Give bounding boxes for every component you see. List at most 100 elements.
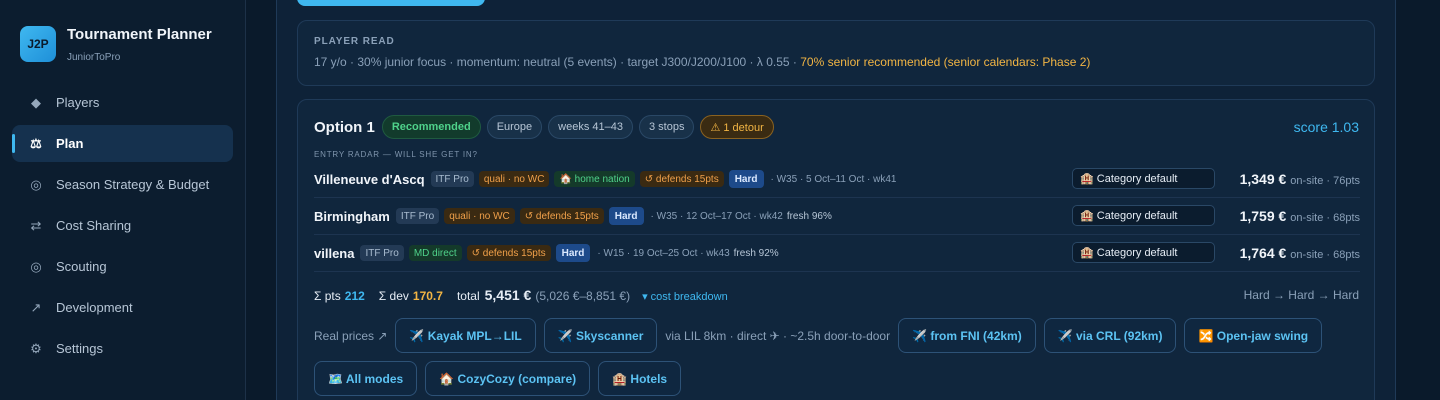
brand[interactable]: J2P Tournament Planner JuniorToPro bbox=[20, 26, 212, 63]
sidebar-item-label: Players bbox=[56, 95, 100, 110]
price-meta: on-site · 68pts bbox=[1290, 249, 1360, 261]
freshness-indicator: fresh 96% bbox=[786, 210, 832, 222]
sum-points-value: 212 bbox=[344, 289, 365, 303]
total-label: total bbox=[456, 289, 480, 303]
entry-status-tag: MD direct bbox=[408, 245, 462, 261]
region-chip: Europe bbox=[486, 115, 543, 139]
sidebar-item-season-strategy[interactable]: ◎ Season Strategy & Budget bbox=[12, 166, 233, 203]
from-fni-button[interactable]: ✈️ from FNI (42km) bbox=[898, 318, 1036, 353]
diamond-icon: ◆ bbox=[31, 94, 41, 110]
kayak-button[interactable]: ✈️ Kayak MPL→LIL bbox=[395, 318, 536, 353]
sidebar-item-label: Cost Sharing bbox=[56, 218, 132, 233]
tournament-row[interactable]: Birmingham ITF Pro quali · no WC ↺ defen… bbox=[314, 198, 1360, 235]
sidebar: J2P Tournament Planner JuniorToPro ◆ Pla… bbox=[0, 0, 246, 400]
scale-icon: ⚖ bbox=[30, 135, 42, 151]
player-read-summary: 17 y/o · 30% junior focus · momentum: ne… bbox=[314, 55, 801, 69]
price-amount: 1,764 € bbox=[1239, 245, 1287, 261]
app-subtitle: JuniorToPro bbox=[67, 52, 121, 63]
defends-points-tag: ↺ defends 15pts bbox=[466, 245, 551, 261]
tournament-row[interactable]: villena ITF Pro MD direct ↺ defends 15pt… bbox=[314, 235, 1360, 272]
swap-icon: ⇄ bbox=[30, 217, 42, 233]
entry-status-tag: quali · no WC bbox=[478, 171, 550, 187]
sidebar-item-scouting[interactable]: ◎ Scouting bbox=[12, 248, 233, 285]
home-nation-tag: 🏠 home nation bbox=[554, 171, 635, 187]
defends-points-tag: ↺ defends 15pts bbox=[639, 171, 724, 187]
category-tag: ITF Pro bbox=[430, 171, 474, 187]
skyscanner-button[interactable]: ✈️ Skyscanner bbox=[543, 318, 658, 353]
trend-arrow-icon: ↗ bbox=[30, 299, 42, 315]
app-title: Tournament Planner bbox=[67, 26, 212, 43]
option-card: Option 1 Recommended Europe weeks 41–43 … bbox=[297, 99, 1375, 400]
option-header: Option 1 Recommended Europe weeks 41–43 … bbox=[314, 115, 780, 139]
sidebar-item-label: Development bbox=[56, 300, 133, 315]
surface-path: Hard → Hard → Hard bbox=[1243, 288, 1359, 302]
price-meta: on-site · 68pts bbox=[1290, 212, 1360, 224]
recommended-badge: Recommended bbox=[381, 115, 481, 139]
player-read-title: PLAYER READ bbox=[314, 36, 395, 47]
weeks-chip: weeks 41–43 bbox=[548, 115, 633, 139]
open-jaw-button[interactable]: 🔀 Open-jaw swing bbox=[1184, 318, 1323, 353]
tournament-price: 1,764 € on-site · 68pts bbox=[1240, 245, 1360, 261]
sidebar-item-label: Plan bbox=[56, 136, 84, 151]
sum-dev-value: 170.7 bbox=[412, 289, 443, 303]
price-amount: 1,759 € bbox=[1239, 208, 1287, 224]
category-tag: ITF Pro bbox=[395, 208, 440, 224]
cozycozy-button[interactable]: 🏠 CozyCozy (compare) bbox=[425, 361, 591, 396]
tournament-price: 1,759 € on-site · 68pts bbox=[1240, 208, 1360, 224]
sidebar-item-settings[interactable]: ⚙ Settings bbox=[12, 330, 233, 367]
target-icon: ◎ bbox=[30, 258, 42, 274]
tournament-name: villena bbox=[314, 245, 355, 261]
player-read-card: PLAYER READ 17 y/o · 30% junior focus · … bbox=[297, 20, 1375, 86]
option-title: Option 1 bbox=[314, 118, 375, 136]
stops-chip: 3 stops bbox=[639, 115, 695, 139]
route-note: via LIL 8km · direct ✈ · ~2.5h door-to-d… bbox=[665, 328, 891, 343]
sidebar-item-label: Settings bbox=[56, 341, 103, 356]
hotels-button[interactable]: 🏨 Hotels bbox=[598, 361, 682, 396]
target-icon: ◎ bbox=[30, 176, 42, 192]
surface-tag: Hard bbox=[728, 170, 764, 188]
gear-icon: ⚙ bbox=[30, 340, 42, 356]
sidebar-item-label: Scouting bbox=[56, 259, 107, 274]
tournament-meta: · W35 · 12 Oct–17 Oct · wk42 bbox=[650, 210, 783, 222]
option-score: score 1.03 bbox=[1293, 119, 1359, 135]
primary-action-button[interactable] bbox=[297, 0, 485, 6]
sum-points-label: Σ pts bbox=[314, 289, 341, 303]
hotel-select[interactable]: 🏨 Category default bbox=[1072, 205, 1215, 226]
freshness-indicator: fresh 92% bbox=[733, 247, 779, 259]
tournament-row[interactable]: Villeneuve d'Ascq ITF Pro quali · no WC … bbox=[314, 161, 1360, 198]
tournament-price: 1,349 € on-site · 76pts bbox=[1240, 171, 1360, 187]
surface-tag: Hard bbox=[555, 244, 591, 262]
tournament-name: Villeneuve d'Ascq bbox=[314, 171, 425, 187]
price-amount: 1,349 € bbox=[1239, 171, 1287, 187]
sidebar-item-development[interactable]: ↗ Development bbox=[12, 289, 233, 326]
hotel-select[interactable]: 🏨 Category default bbox=[1072, 242, 1215, 263]
total-range: (5,026 €–8,851 €) bbox=[535, 289, 631, 303]
entry-radar-label: ENTRY RADAR — WILL SHE GET IN? bbox=[314, 150, 478, 159]
entry-status-tag: quali · no WC bbox=[444, 208, 515, 224]
price-meta: on-site · 76pts bbox=[1290, 175, 1360, 187]
booking-links: Real prices ↗ ✈️ Kayak MPL→LIL ✈️ Skysca… bbox=[314, 318, 1374, 400]
category-tag: ITF Pro bbox=[360, 245, 404, 261]
hotel-select[interactable]: 🏨 Category default bbox=[1072, 168, 1215, 189]
total-value: 5,451 € bbox=[484, 287, 532, 303]
sidebar-item-plan[interactable]: ⚖ Plan bbox=[12, 125, 233, 162]
app-logo: J2P bbox=[20, 26, 56, 62]
real-prices-label: Real prices ↗ bbox=[314, 328, 388, 343]
sidebar-item-cost-sharing[interactable]: ⇄ Cost Sharing bbox=[12, 207, 233, 244]
tournament-meta: · W35 · 5 Oct–11 Oct · wk41 bbox=[770, 173, 897, 185]
defends-points-tag: ↺ defends 15pts bbox=[519, 208, 604, 224]
player-read-text: 17 y/o · 30% junior focus · momentum: ne… bbox=[314, 55, 1358, 69]
sidebar-item-players[interactable]: ◆ Players bbox=[12, 84, 233, 121]
option-summary: Σ pts 212 Σ dev 170.7 total 5,451 € (5,0… bbox=[314, 287, 728, 303]
cost-breakdown-toggle[interactable]: ▾ cost breakdown bbox=[642, 290, 728, 303]
all-modes-button[interactable]: 🗺️ All modes bbox=[314, 361, 418, 396]
sidebar-item-label: Season Strategy & Budget bbox=[56, 177, 210, 192]
sidebar-nav: ◆ Players ⚖ Plan ◎ Season Strategy & Bud… bbox=[12, 84, 233, 371]
surface-tag: Hard bbox=[608, 207, 644, 225]
senior-recommendation: 70% senior recommended (senior calendars… bbox=[800, 55, 1091, 69]
via-crl-button[interactable]: ✈️ via CRL (92km) bbox=[1043, 318, 1177, 353]
tournament-meta: · W15 · 19 Oct–25 Oct · wk43 bbox=[597, 247, 730, 259]
tournament-name: Birmingham bbox=[314, 208, 390, 224]
detour-chip: ⚠ 1 detour bbox=[700, 115, 774, 139]
sum-dev-label: Σ dev bbox=[378, 289, 409, 303]
